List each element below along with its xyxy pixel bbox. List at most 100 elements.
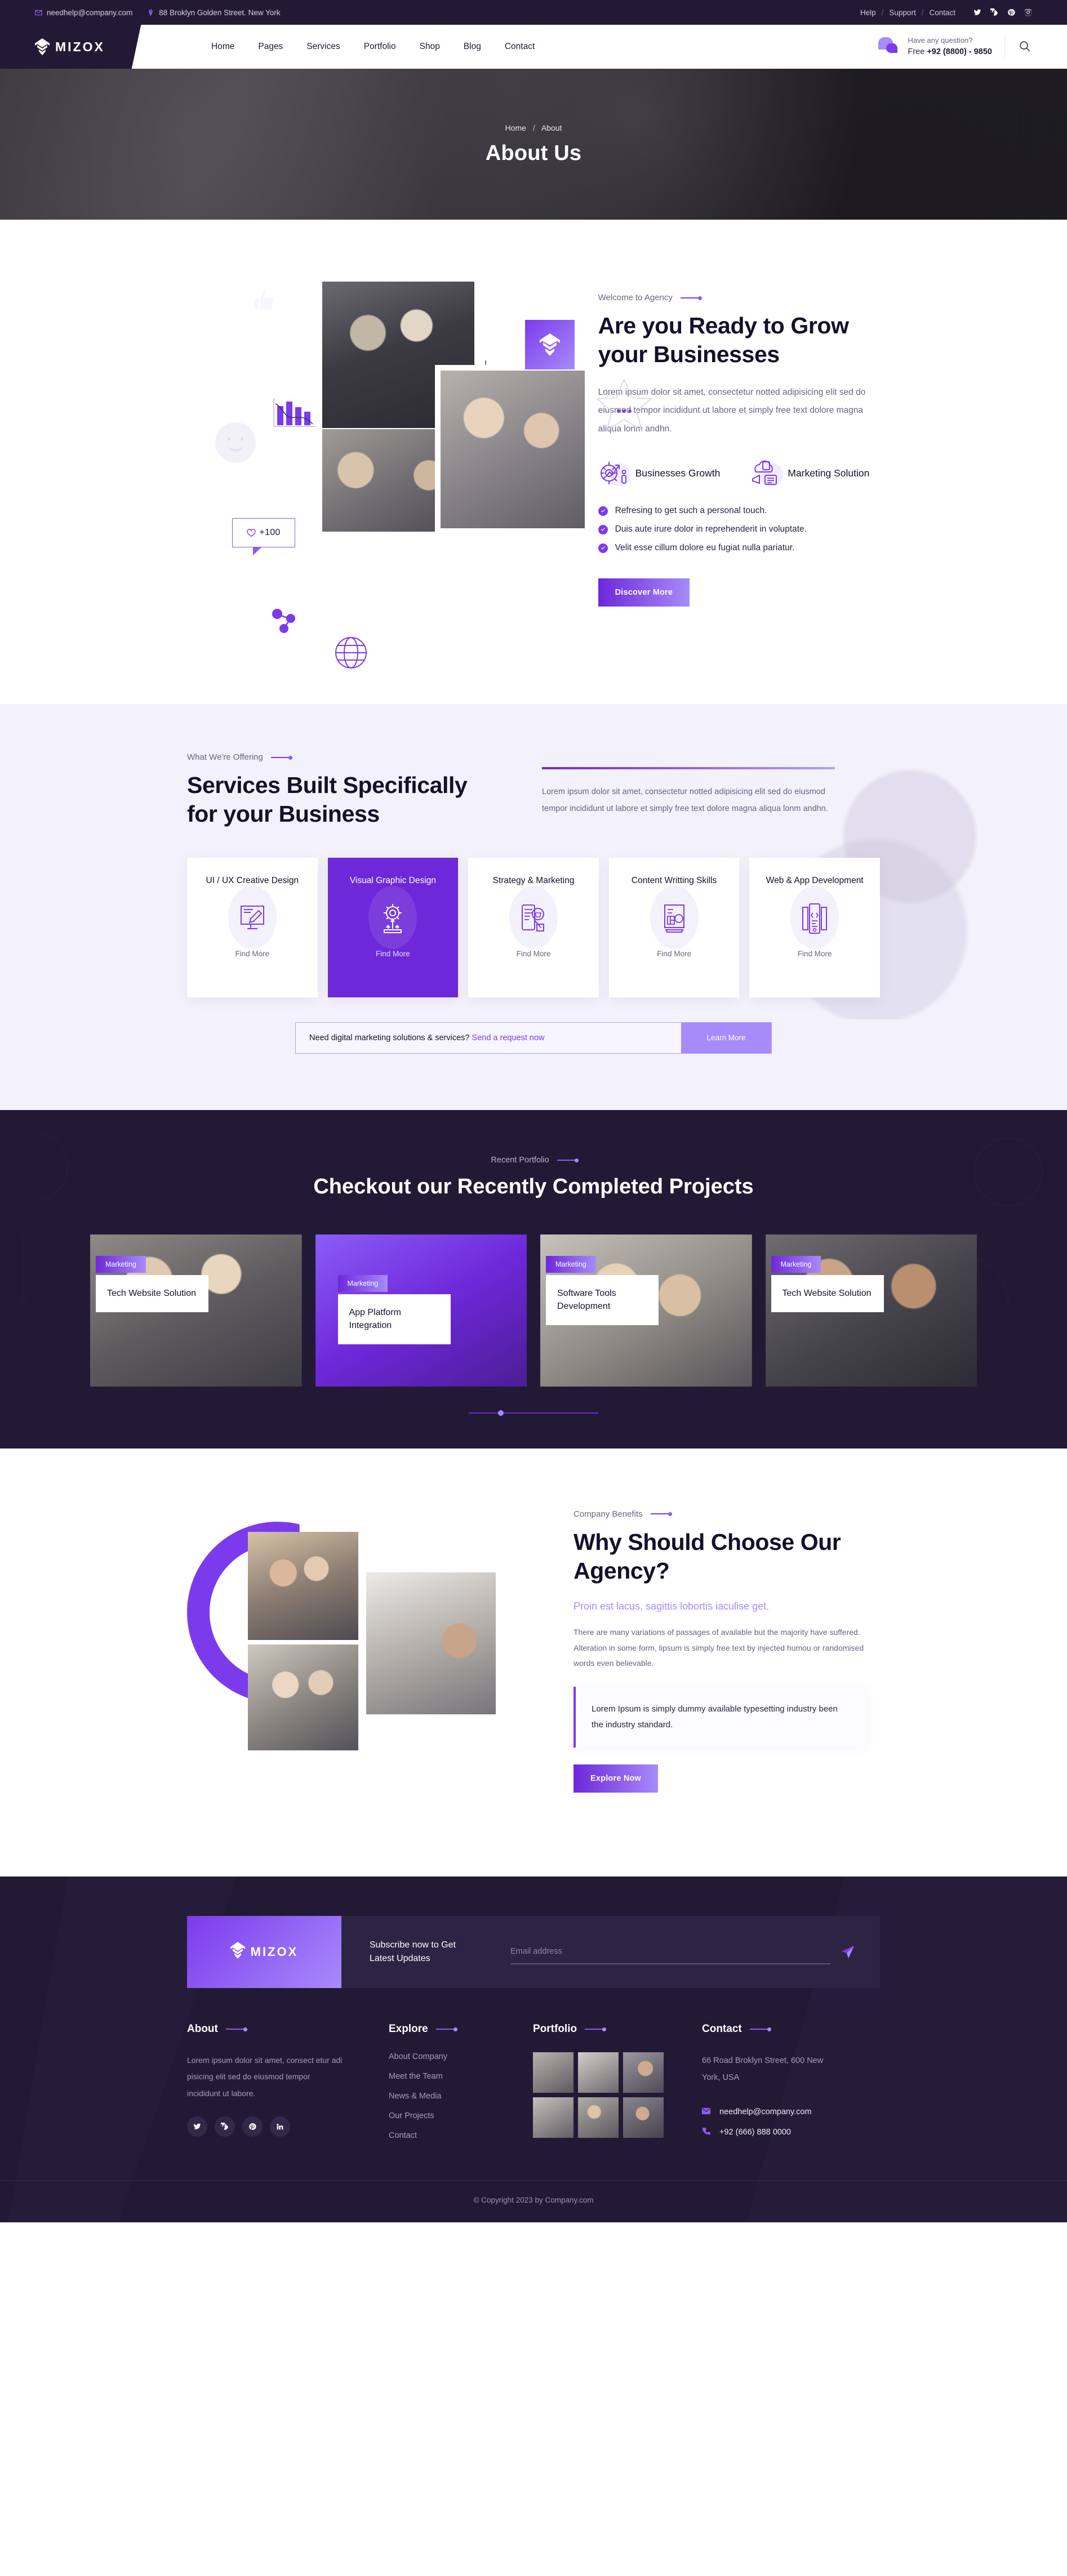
footer-link-contact[interactable]: Contact (389, 2131, 533, 2140)
why-eyebrow-label: Company Benefits (573, 1509, 643, 1519)
footer-link-news-media[interactable]: News & Media (389, 2092, 533, 2101)
header-question-label: Have any question? (908, 36, 973, 45)
send-request-link[interactable]: Send a request now (472, 1033, 545, 1042)
likes-count: +100 (259, 528, 281, 537)
twitter-icon[interactable] (973, 8, 981, 16)
nav-item-blog[interactable]: Blog (452, 42, 493, 52)
footer-link-meet-the-team[interactable]: Meet the Team (389, 2072, 533, 2081)
service-find-more-link[interactable]: Find More (235, 950, 269, 958)
explore-now-button[interactable]: Explore Now (573, 1764, 659, 1793)
search-button[interactable] (1017, 39, 1032, 54)
newsletter-bar: MIZOX Subscribe now to Get Latest Update… (187, 1915, 880, 1988)
breadcrumb-separator: / (532, 123, 535, 132)
main-nav: Home Pages Services Portfolio Shop Blog … (199, 42, 546, 52)
portfolio-card[interactable]: Marketing Tech Website Solution (765, 1234, 977, 1387)
footer-phone: +92 (666) 888 0000 (719, 2128, 791, 2137)
why-subtitle: Proin est lacus, sagittis lobortis iacul… (573, 1601, 770, 1612)
services-cta-text: Need digital marketing solutions & servi… (309, 1033, 545, 1042)
footer-heading-text: Portfolio (533, 2022, 577, 2035)
why-quote: Lorem Ipsum is simply dummy available ty… (573, 1687, 866, 1748)
eyebrow-line (585, 2027, 607, 2031)
footer-thumb[interactable] (533, 2097, 573, 2138)
footer-thumb[interactable] (623, 2052, 664, 2093)
newsletter-email-input[interactable] (510, 1939, 830, 1964)
learn-more-button[interactable]: Learn More (681, 1022, 771, 1053)
instagram-icon[interactable] (1024, 8, 1032, 16)
newsletter-submit-button[interactable] (841, 1945, 855, 1959)
service-find-more-link[interactable]: Find More (657, 950, 691, 958)
top-link-contact[interactable]: Contact (929, 8, 955, 17)
service-card-title: Strategy & Marketing (492, 875, 575, 885)
phone-icon (702, 2127, 710, 2138)
nav-item-pages[interactable]: Pages (246, 42, 295, 52)
nav-item-portfolio[interactable]: Portfolio (352, 42, 408, 52)
footer-address: 66 Road Broklyn Street, 600 New York, US… (702, 2056, 824, 2083)
services-heading-block: What We're Offering Services Built Speci… (187, 752, 503, 828)
service-find-more-link[interactable]: Find More (798, 950, 832, 958)
nav-item-contact[interactable]: Contact (493, 42, 546, 52)
twitter-icon[interactable] (187, 2116, 207, 2137)
header-phone-block[interactable]: Have any question? Free +92 (8800) - 985… (908, 35, 992, 58)
carousel-track[interactable] (469, 1410, 598, 1416)
portfolio-card[interactable]: Marketing Software Tools Development (540, 1234, 752, 1387)
share-nodes-icon (272, 608, 301, 633)
footer-heading-text: About (187, 2022, 218, 2035)
footer-phone-row[interactable]: +92 (666) 888 0000 (702, 2127, 880, 2138)
facebook-icon[interactable] (990, 8, 998, 16)
header-main: Home Pages Services Portfolio Shop Blog … (151, 25, 1067, 69)
footer-thumb[interactable] (578, 2097, 619, 2138)
breadcrumb-home[interactable]: Home (505, 123, 526, 132)
portfolio-card[interactable]: Marketing Tech Website Solution (90, 1234, 302, 1387)
top-bar-email-text: needhelp@company.com (47, 8, 133, 17)
nav-item-shop[interactable]: Shop (408, 42, 452, 52)
service-find-more-link[interactable]: Find More (517, 950, 551, 958)
footer-thumb[interactable] (623, 2097, 664, 2138)
feature-label: Marketing Solution (788, 467, 870, 479)
footer-contact-column: Contact 66 Road Broklyn Street, 600 New … (702, 2023, 880, 2151)
service-card-ui-ux[interactable]: UI / UX Creative Design Find More (187, 857, 318, 997)
check-item: Refresing to get such a personal touch. (598, 506, 880, 516)
footer-columns: About Lorem ipsum dolor sit amet, consec… (187, 1988, 880, 2180)
footer-email-row[interactable]: needhelp@company.com (702, 2107, 880, 2118)
grow-visual: +100 (187, 282, 653, 668)
star-burst-decoration (592, 377, 657, 437)
discover-more-button[interactable]: Discover More (598, 578, 690, 607)
check-circle-icon (598, 543, 608, 553)
top-link-support[interactable]: Support (889, 8, 915, 17)
footer-link-about-company[interactable]: About Company (389, 2052, 533, 2061)
top-bar-email[interactable]: needhelp@company.com (35, 8, 132, 17)
eyebrow-line (270, 755, 292, 760)
portfolio-heading-block: Recent Portfolio Checkout our Recently C… (187, 1155, 880, 1201)
mizox-diamond-icon (35, 38, 50, 55)
nav-item-home[interactable]: Home (199, 42, 246, 52)
brand-logo[interactable]: MIZOX (0, 25, 151, 69)
carousel-knob[interactable] (498, 1410, 504, 1416)
portfolio-card[interactable]: Marketing App Platform Integration (315, 1234, 527, 1387)
portfolio-carousel-scrollbar[interactable] (469, 1410, 598, 1416)
services-cta-banner: Need digital marketing solutions & servi… (295, 1022, 772, 1054)
nav-item-services[interactable]: Services (295, 42, 352, 52)
service-card-web-app-dev[interactable]: Web & App Development Find More (749, 857, 880, 997)
portfolio-tag: Marketing (337, 1274, 388, 1292)
pinterest-icon[interactable] (1007, 8, 1015, 16)
linkedin-icon[interactable] (270, 2116, 290, 2137)
grow-heading: Are you Ready to Grow your Businesses (598, 313, 849, 367)
footer-thumb[interactable] (533, 2052, 573, 2093)
service-card-content-writing[interactable]: Content Writting Skills Find More (608, 857, 740, 997)
hero-content: Home / About About Us (486, 123, 581, 166)
newsletter-brand-name: MIZOX (250, 1944, 299, 1959)
top-bar-address-text: 88 Broklyn Golden Street. New York (159, 8, 281, 17)
pinterest-icon[interactable] (242, 2116, 263, 2137)
service-card-visual-graphic[interactable]: Visual Graphic Design Find More (327, 857, 459, 997)
portfolio-eyebrow: Recent Portfolio (491, 1156, 579, 1165)
footer-thumb[interactable] (578, 2052, 619, 2093)
footer-link-our-projects[interactable]: Our Projects (389, 2111, 533, 2120)
top-bar: needhelp@company.com 88 Broklyn Golden S… (0, 0, 1067, 25)
facebook-icon[interactable] (215, 2116, 235, 2137)
footer-explore-links: About Company Meet the Team News & Media… (389, 2052, 533, 2140)
service-find-more-link[interactable]: Find More (376, 950, 410, 958)
copyright-text: © Copyright 2023 by Company.com (473, 2195, 594, 2204)
why-paragraph: There are many variations of passages of… (573, 1628, 864, 1668)
top-link-help[interactable]: Help (860, 8, 876, 17)
service-card-strategy-marketing[interactable]: Strategy & Marketing Find More (468, 857, 599, 997)
